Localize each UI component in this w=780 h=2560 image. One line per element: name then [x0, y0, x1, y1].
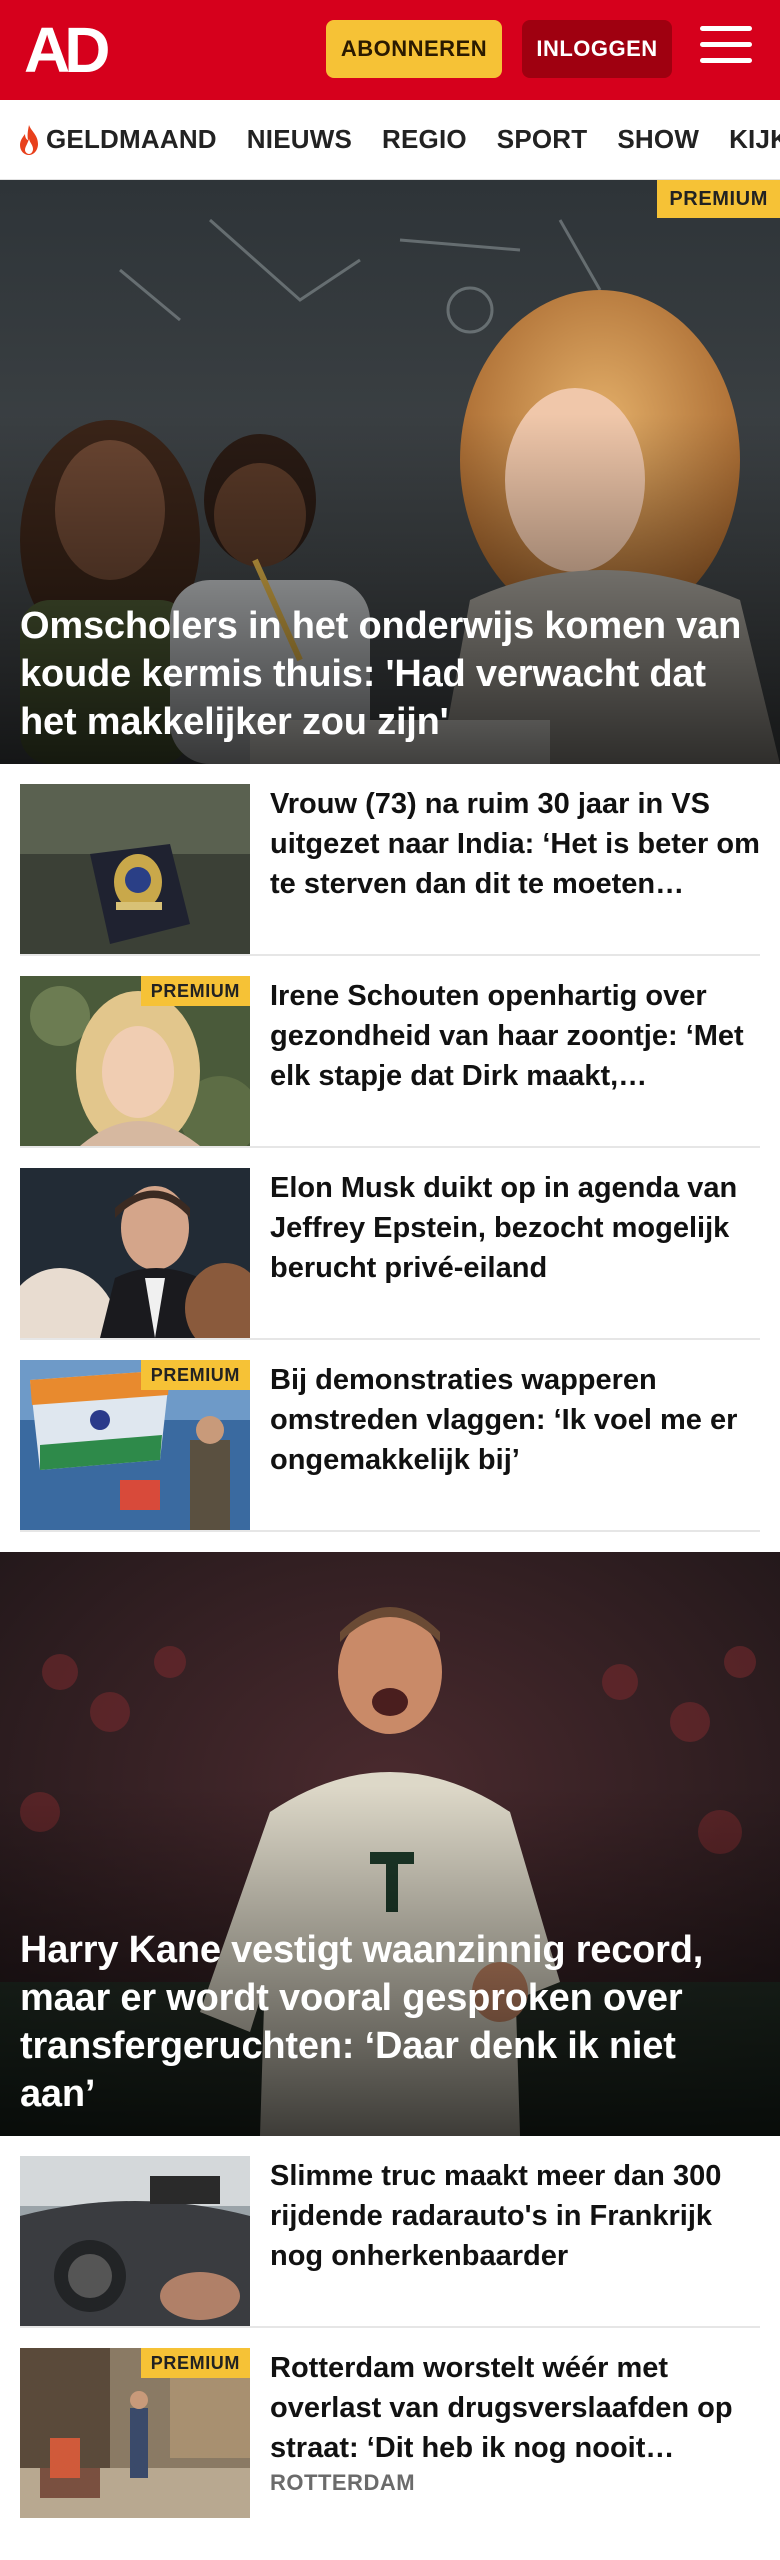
- list-item[interactable]: Elon Musk duikt op in agenda van Jeffrey…: [20, 1148, 760, 1340]
- nav-item-geldmaand[interactable]: GELDMAAND: [16, 124, 217, 156]
- subscribe-button[interactable]: ABONNEREN: [326, 20, 502, 78]
- list-item[interactable]: Vrouw (73) na ruim 30 jaar in VS uitgeze…: [20, 764, 760, 956]
- premium-badge: PREMIUM: [140, 2348, 250, 2378]
- article-title[interactable]: Slimme truc maakt meer dan 300 rijdende …: [270, 2156, 760, 2276]
- nav-item-show[interactable]: SHOW: [617, 124, 699, 155]
- article-category[interactable]: ROTTERDAM: [270, 2470, 415, 2496]
- article-thumbnail: PREMIUM: [20, 976, 250, 1146]
- article-thumbnail: PREMIUM: [20, 1360, 250, 1530]
- article-thumbnail: [20, 2156, 250, 2326]
- article-title[interactable]: Bij demonstraties wapperen omstreden vla…: [270, 1360, 760, 1480]
- premium-badge: PREMIUM: [657, 180, 780, 218]
- list-item[interactable]: PREMIUM Irene Schouten openhartig over g…: [20, 956, 760, 1148]
- hamburger-menu-icon[interactable]: [700, 26, 752, 72]
- site-header: AD ABONNEREN INLOGGEN: [0, 0, 780, 100]
- article-title[interactable]: Rotterdam worstelt wéér met overlast van…: [270, 2348, 760, 2468]
- nav-item-kijk[interactable]: KIJK: [729, 124, 780, 155]
- ad-logo[interactable]: AD: [24, 18, 116, 82]
- article-title[interactable]: Vrouw (73) na ruim 30 jaar in VS uitgeze…: [270, 784, 760, 904]
- flame-icon: [20, 124, 38, 155]
- list-item[interactable]: PREMIUM Rotterdam worstelt wéér met over…: [20, 2328, 760, 2520]
- premium-badge: PREMIUM: [140, 1360, 250, 1390]
- premium-badge: PREMIUM: [140, 976, 250, 1006]
- article-thumbnail: [20, 784, 250, 954]
- nav-item-nieuws[interactable]: NIEUWS: [247, 124, 352, 155]
- list-item[interactable]: PREMIUM Bij demonstraties wapperen omstr…: [20, 1340, 760, 1532]
- list-item[interactable]: Slimme truc maakt meer dan 300 rijdende …: [20, 2136, 760, 2328]
- hero-title[interactable]: Harry Kane vestigt waanzinnig record, ma…: [20, 1926, 760, 2118]
- article-title[interactable]: Elon Musk duikt op in agenda van Jeffrey…: [270, 1168, 760, 1288]
- nav-item-regio[interactable]: REGIO: [382, 124, 467, 155]
- login-button[interactable]: INLOGGEN: [522, 20, 672, 78]
- nav-item-sport[interactable]: SPORT: [497, 124, 588, 155]
- article-title[interactable]: Irene Schouten openhartig over gezondhei…: [270, 976, 760, 1096]
- hero-article[interactable]: PREMIUM Omscholers in het onderwijs kome…: [0, 180, 780, 764]
- nav-item-label: GELDMAAND: [46, 124, 217, 154]
- hero-title[interactable]: Omscholers in het onderwijs komen van ko…: [20, 602, 760, 746]
- article-thumbnail: [20, 1168, 250, 1338]
- hero-article[interactable]: Harry Kane vestigt waanzinnig record, ma…: [0, 1552, 780, 2136]
- main-navigation: GELDMAAND NIEUWS REGIO SPORT SHOW KIJK: [0, 100, 780, 180]
- article-thumbnail: PREMIUM: [20, 2348, 250, 2518]
